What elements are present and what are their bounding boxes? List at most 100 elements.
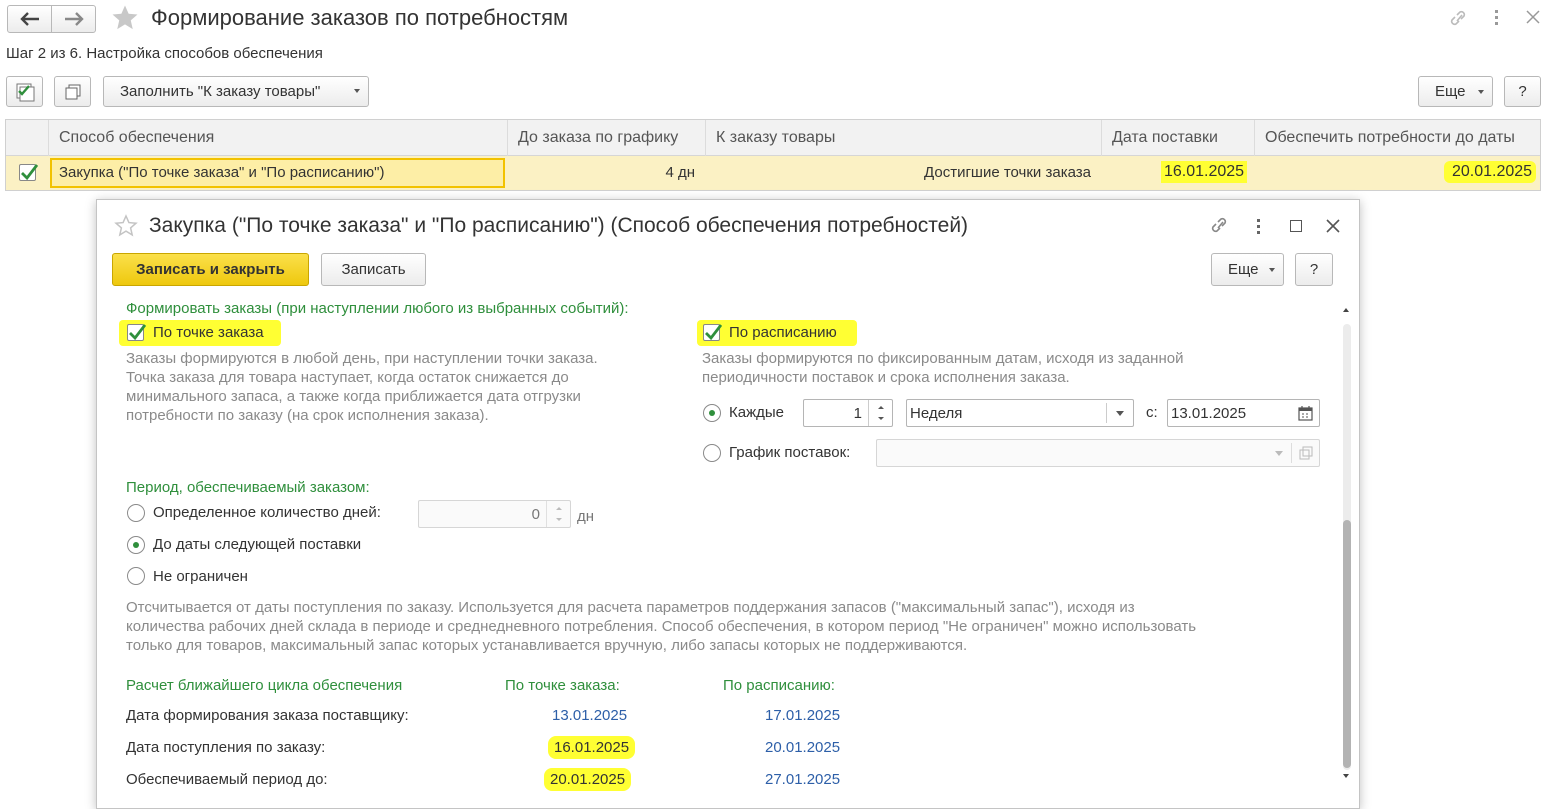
cell-provide-until: 20.01.2025 xyxy=(1444,161,1537,183)
stepper[interactable] xyxy=(868,400,892,426)
scroll-down-icon[interactable] xyxy=(1343,774,1349,778)
dropdown-icon xyxy=(1269,268,1275,272)
days-value: 0 xyxy=(531,506,540,523)
help-label: ? xyxy=(1518,83,1527,100)
favorite-star-icon[interactable] xyxy=(110,3,140,37)
calc-row-schedule[interactable]: 17.01.2025 xyxy=(765,707,840,724)
days-input[interactable]: 0 xyxy=(418,500,571,528)
chevron-down-icon[interactable] xyxy=(1116,411,1124,416)
cell-method[interactable]: Закупка ("По точке заказа" и "По расписа… xyxy=(50,158,505,188)
every-count-input[interactable]: 1 xyxy=(803,399,893,427)
save-label: Записать xyxy=(341,261,406,278)
forward-button[interactable] xyxy=(51,5,96,33)
checkmark-icon xyxy=(21,164,38,181)
next-delivery-radio[interactable] xyxy=(127,536,145,554)
link-icon[interactable] xyxy=(1448,8,1470,32)
by-order-point-label[interactable]: По точке заказа xyxy=(153,324,264,341)
calc-col-schedule: По расписанию: xyxy=(723,677,835,694)
chevron-down-icon[interactable] xyxy=(1275,451,1283,456)
by-schedule-checkbox[interactable] xyxy=(703,324,722,341)
period-description: Отсчитывается от даты поступления по зак… xyxy=(126,599,1197,654)
checkmark-icon xyxy=(129,324,146,341)
calc-row-schedule[interactable]: 27.01.2025 xyxy=(765,771,840,788)
dialog-more-vert-icon[interactable] xyxy=(1257,219,1261,234)
close-icon[interactable] xyxy=(1526,10,1540,28)
dialog-close-icon[interactable] xyxy=(1326,219,1340,237)
header-method[interactable]: Способ обеспечения xyxy=(49,120,508,156)
dialog-help-button[interactable]: ? xyxy=(1295,253,1333,286)
stepper-down-icon[interactable] xyxy=(556,518,562,521)
scroll-thumb[interactable] xyxy=(1343,520,1351,768)
dropdown-icon xyxy=(1478,90,1484,94)
dialog-link-icon[interactable] xyxy=(1209,215,1231,239)
page-title: Формирование заказов по потребностям xyxy=(151,5,569,30)
back-button[interactable] xyxy=(7,5,52,33)
period-header: Период, обеспечиваемый заказом: xyxy=(126,479,370,496)
arrow-left-icon xyxy=(19,12,39,26)
select-divider xyxy=(1106,403,1107,423)
dialog-favorite-star-icon[interactable] xyxy=(114,214,138,242)
every-count-value: 1 xyxy=(853,405,862,422)
open-icon[interactable] xyxy=(1299,446,1313,460)
calc-row-point[interactable]: 20.01.2025 xyxy=(544,768,632,791)
save-button[interactable]: Записать xyxy=(321,253,426,286)
more-button[interactable]: Еще xyxy=(1418,76,1493,107)
cell-until-order: 4 дн xyxy=(665,164,695,181)
stepper-down-icon[interactable] xyxy=(878,417,884,420)
delivery-schedule-label: График поставок: xyxy=(729,444,851,461)
calendar-icon[interactable] xyxy=(1298,405,1313,421)
stepper-up-icon[interactable] xyxy=(878,406,884,409)
dialog-more-label: Еще xyxy=(1228,261,1259,278)
table-header: Способ обеспечения До заказа по графику … xyxy=(6,120,1540,156)
cell-delivery-date: 16.01.2025 xyxy=(1161,161,1248,183)
help-button[interactable]: ? xyxy=(1504,76,1541,107)
from-label: с: xyxy=(1146,404,1158,421)
stepper[interactable] xyxy=(546,501,570,527)
copy-button[interactable] xyxy=(54,76,91,107)
arrow-right-icon xyxy=(64,12,84,26)
days-radio[interactable] xyxy=(127,504,145,522)
fill-to-order-label: Заполнить "К заказу товары" xyxy=(120,83,321,100)
next-delivery-label: До даты следующей поставки xyxy=(153,536,362,553)
dialog-more-button[interactable]: Еще xyxy=(1211,253,1284,286)
every-radio[interactable] xyxy=(703,404,721,422)
cell-method-text: Закупка ("По точке заказа" и "По расписа… xyxy=(59,164,385,181)
save-close-button[interactable]: Записать и закрыть xyxy=(112,253,309,286)
delivery-schedule-radio[interactable] xyxy=(703,444,721,462)
period-select[interactable]: Неделя xyxy=(906,399,1134,427)
period-value: Неделя xyxy=(910,405,963,422)
check-all-button[interactable] xyxy=(6,76,43,107)
header-to-order[interactable]: К заказу товары xyxy=(706,120,1102,156)
unlimited-radio[interactable] xyxy=(127,567,145,585)
calc-header: Расчет ближайшего цикла обеспечения xyxy=(126,677,403,694)
dialog-help-label: ? xyxy=(1309,261,1319,278)
every-label: Каждые xyxy=(729,404,784,421)
scrollbar[interactable] xyxy=(1338,298,1356,788)
delivery-schedule-input[interactable] xyxy=(876,439,1320,467)
header-provide-until[interactable]: Обеспечить потребности до даты xyxy=(1255,120,1540,156)
fill-to-order-button[interactable]: Заполнить "К заказу товары" xyxy=(103,76,369,107)
by-schedule-description: Заказы формируются по фиксированным дата… xyxy=(702,350,1184,386)
row-checkbox[interactable] xyxy=(19,164,38,181)
from-date-input[interactable]: 13.01.2025 xyxy=(1167,399,1320,427)
header-check xyxy=(6,120,49,156)
header-delivery-date[interactable]: Дата поставки xyxy=(1102,120,1255,156)
maximize-icon[interactable] xyxy=(1290,220,1302,232)
calc-row-point[interactable]: 13.01.2025 xyxy=(552,707,627,724)
from-date-value: 13.01.2025 xyxy=(1171,405,1247,422)
by-schedule-label[interactable]: По расписанию xyxy=(729,324,837,341)
by-order-point-checkbox[interactable] xyxy=(127,324,146,341)
cell-to-order: Достигшие точки заказа xyxy=(924,164,1091,181)
calc-row-point[interactable]: 16.01.2025 xyxy=(548,736,636,759)
header-until-order[interactable]: До заказа по графику xyxy=(508,120,706,156)
days-unit: дн xyxy=(577,508,595,525)
calc-row-label: Обеспечиваемый период до: xyxy=(126,771,328,788)
calc-row-schedule[interactable]: 20.01.2025 xyxy=(765,739,840,756)
more-vert-icon[interactable] xyxy=(1495,10,1499,25)
calc-row-label: Дата поступления по заказу: xyxy=(126,739,326,756)
stepper-up-icon[interactable] xyxy=(556,507,562,510)
table-row[interactable]: Закупка ("По точке заказа" и "По расписа… xyxy=(6,156,1540,190)
calc-col-point: По точке заказа: xyxy=(505,677,620,694)
check-all-icon xyxy=(16,83,34,101)
scroll-up-icon[interactable] xyxy=(1343,308,1349,312)
